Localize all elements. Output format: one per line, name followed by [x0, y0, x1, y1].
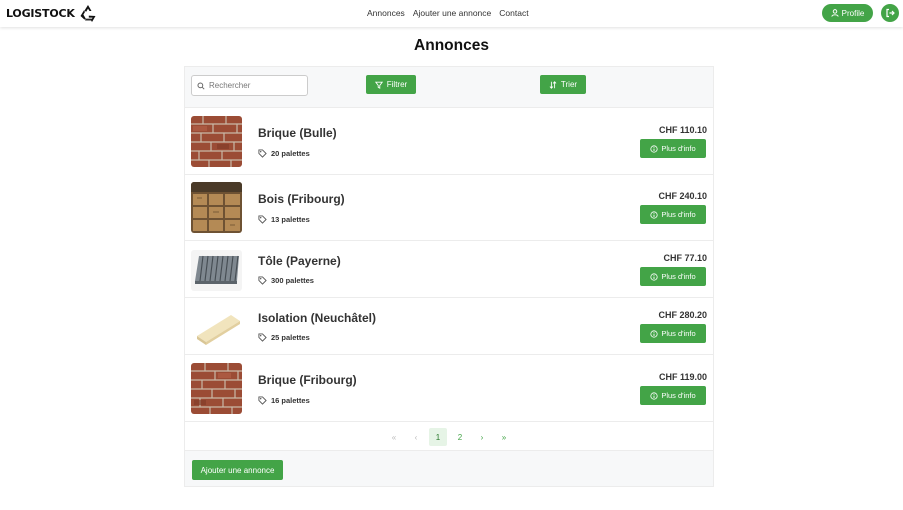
search-box[interactable]: [191, 75, 308, 96]
more-info-label: Plus d'info: [661, 144, 696, 153]
brick-image: [191, 363, 242, 414]
tag-icon: [258, 276, 267, 285]
pagination: « ‹ 1 2 › »: [185, 427, 713, 447]
quantity-text: 300 palettes: [271, 276, 314, 285]
listing-item: Bois (Fribourg) 13 palettes CHF 240.10 P…: [185, 175, 713, 241]
more-info-label: Plus d'info: [661, 272, 696, 281]
user-icon: [830, 9, 839, 17]
listing-quantity: 300 palettes: [258, 276, 314, 285]
listing-title[interactable]: Tôle (Payerne): [258, 254, 341, 268]
tag-icon: [258, 396, 267, 405]
tag-icon: [258, 149, 267, 158]
listings-panel: Filtrer Trier Brique (Bulle) 20 palettes…: [184, 66, 714, 487]
add-listing-button[interactable]: Ajouter une annonce: [192, 460, 283, 480]
info-icon: [650, 210, 658, 219]
main-nav: Annonces Ajouter une annonce Contact: [367, 8, 529, 18]
listing-title[interactable]: Brique (Bulle): [258, 126, 337, 140]
nav-link-contact[interactable]: Contact: [499, 8, 528, 18]
brick-image: [191, 116, 242, 167]
quantity-text: 25 palettes: [271, 333, 310, 342]
sheet-metal-image: [191, 250, 242, 291]
listing-title[interactable]: Bois (Fribourg): [258, 192, 345, 206]
sort-button[interactable]: Trier: [540, 75, 586, 94]
pagination-page-2[interactable]: 2: [451, 428, 469, 446]
listing-item: Tôle (Payerne) 300 palettes CHF 77.10 Pl…: [185, 241, 713, 298]
quantity-text: 13 palettes: [271, 215, 310, 224]
panel-footer: Ajouter une annonce: [185, 450, 713, 486]
profile-button[interactable]: Profile: [822, 4, 873, 22]
insulation-image: [191, 306, 242, 347]
listing-price: CHF 119.00: [658, 372, 707, 382]
profile-label: Profile: [841, 8, 865, 18]
listing-quantity: 16 palettes: [258, 396, 310, 405]
filter-button[interactable]: Filtrer: [366, 75, 416, 94]
sort-icon: [549, 80, 557, 89]
wood-image: [191, 182, 242, 233]
pagination-page-1[interactable]: 1: [429, 428, 447, 446]
more-info-label: Plus d'info: [661, 329, 696, 338]
listing-title[interactable]: Isolation (Neuchâtel): [258, 311, 376, 325]
more-info-button[interactable]: Plus d'info: [640, 386, 706, 405]
listing-title[interactable]: Brique (Fribourg): [258, 373, 357, 387]
pagination-last[interactable]: »: [495, 428, 513, 446]
listing-item: Isolation (Neuchâtel) 25 palettes CHF 28…: [185, 298, 713, 355]
more-info-button[interactable]: Plus d'info: [640, 205, 706, 224]
pagination-next[interactable]: ›: [473, 428, 491, 446]
toolbar: Filtrer Trier: [185, 67, 713, 108]
sort-label: Trier: [560, 80, 578, 89]
tag-icon: [258, 333, 267, 342]
listing-quantity: 20 palettes: [258, 149, 310, 158]
quantity-text: 20 palettes: [271, 149, 310, 158]
listing-item: Brique (Bulle) 20 palettes CHF 110.10 Pl…: [185, 108, 713, 175]
info-icon: [650, 329, 658, 338]
pagination-prev[interactable]: ‹: [407, 428, 425, 446]
listing-price: CHF 77.10: [663, 253, 707, 263]
navbar: LOGISTOCK Annonces Ajouter une annonce C…: [0, 0, 903, 27]
logout-button[interactable]: [881, 4, 899, 22]
listing-price: CHF 240.10: [658, 191, 707, 201]
info-icon: [650, 272, 658, 281]
search-icon: [197, 81, 205, 90]
more-info-button[interactable]: Plus d'info: [640, 139, 706, 158]
nav-link-add[interactable]: Ajouter une annonce: [413, 8, 491, 18]
nav-link-annonces[interactable]: Annonces: [367, 8, 405, 18]
listing-quantity: 25 palettes: [258, 333, 310, 342]
filter-label: Filtrer: [386, 80, 408, 89]
filter-icon: [374, 81, 383, 89]
more-info-button[interactable]: Plus d'info: [640, 324, 706, 343]
listing-item: Brique (Fribourg) 16 palettes CHF 119.00…: [185, 355, 713, 422]
more-info-label: Plus d'info: [661, 210, 696, 219]
pagination-first[interactable]: «: [385, 428, 403, 446]
logout-icon: [886, 8, 895, 18]
listing-price: CHF 280.20: [658, 310, 707, 320]
brand-name: LOGISTOCK: [6, 6, 75, 20]
info-icon: [650, 144, 658, 153]
quantity-text: 16 palettes: [271, 396, 310, 405]
more-info-label: Plus d'info: [661, 391, 696, 400]
tag-icon: [258, 215, 267, 224]
brand-logo[interactable]: LOGISTOCK: [6, 3, 98, 23]
info-icon: [650, 391, 658, 400]
listing-price: CHF 110.10: [658, 125, 707, 135]
search-input[interactable]: [209, 81, 299, 90]
recycle-icon: [80, 5, 96, 22]
more-info-button[interactable]: Plus d'info: [640, 267, 706, 286]
listing-quantity: 13 palettes: [258, 215, 310, 224]
page-title: Annonces: [414, 37, 489, 54]
